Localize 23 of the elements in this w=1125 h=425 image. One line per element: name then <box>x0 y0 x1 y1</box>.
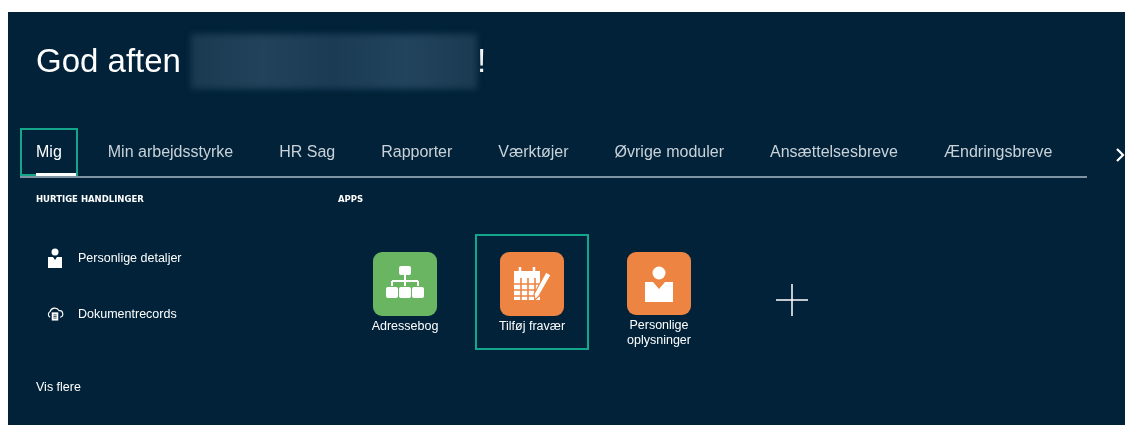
greeting-punctuation: ! <box>476 42 487 80</box>
add-app-button[interactable] <box>776 284 808 316</box>
person-icon <box>46 248 64 268</box>
nav-tab[interactable]: Værktøjer <box>482 128 585 176</box>
cloud-document-icon <box>46 304 64 324</box>
nav-tab[interactable]: Ændringsbreve <box>928 128 1069 176</box>
nav-tab[interactable]: Ansættelsesbreve <box>753 128 914 176</box>
nav-tab[interactable]: HR Sag <box>263 128 352 176</box>
chevron-right-icon[interactable] <box>1115 147 1125 163</box>
quick-action-link[interactable]: Dokumentrecords <box>78 307 177 321</box>
greeting-text: God aften <box>36 42 181 80</box>
app-tile[interactable]: Personlige oplysninger <box>602 234 716 350</box>
nav-tab[interactable]: Rapporter <box>365 128 469 176</box>
nav-tab[interactable]: Øvrige moduler <box>598 128 740 176</box>
show-more-link[interactable]: Vis flere <box>36 380 81 394</box>
calendar-edit-icon <box>512 266 552 302</box>
app-tile[interactable]: Adressebog <box>348 234 462 350</box>
quick-action-link[interactable]: Personlige detaljer <box>78 251 182 265</box>
section-heading: HURTIGE HANDLINGER <box>36 194 144 204</box>
nav-tab[interactable]: Min arbejdsstyrke <box>91 128 250 176</box>
app-tile[interactable]: Tilføj fravær <box>475 234 589 350</box>
nav-tab[interactable]: Mig <box>20 128 78 176</box>
section-heading: APPS <box>338 194 364 204</box>
